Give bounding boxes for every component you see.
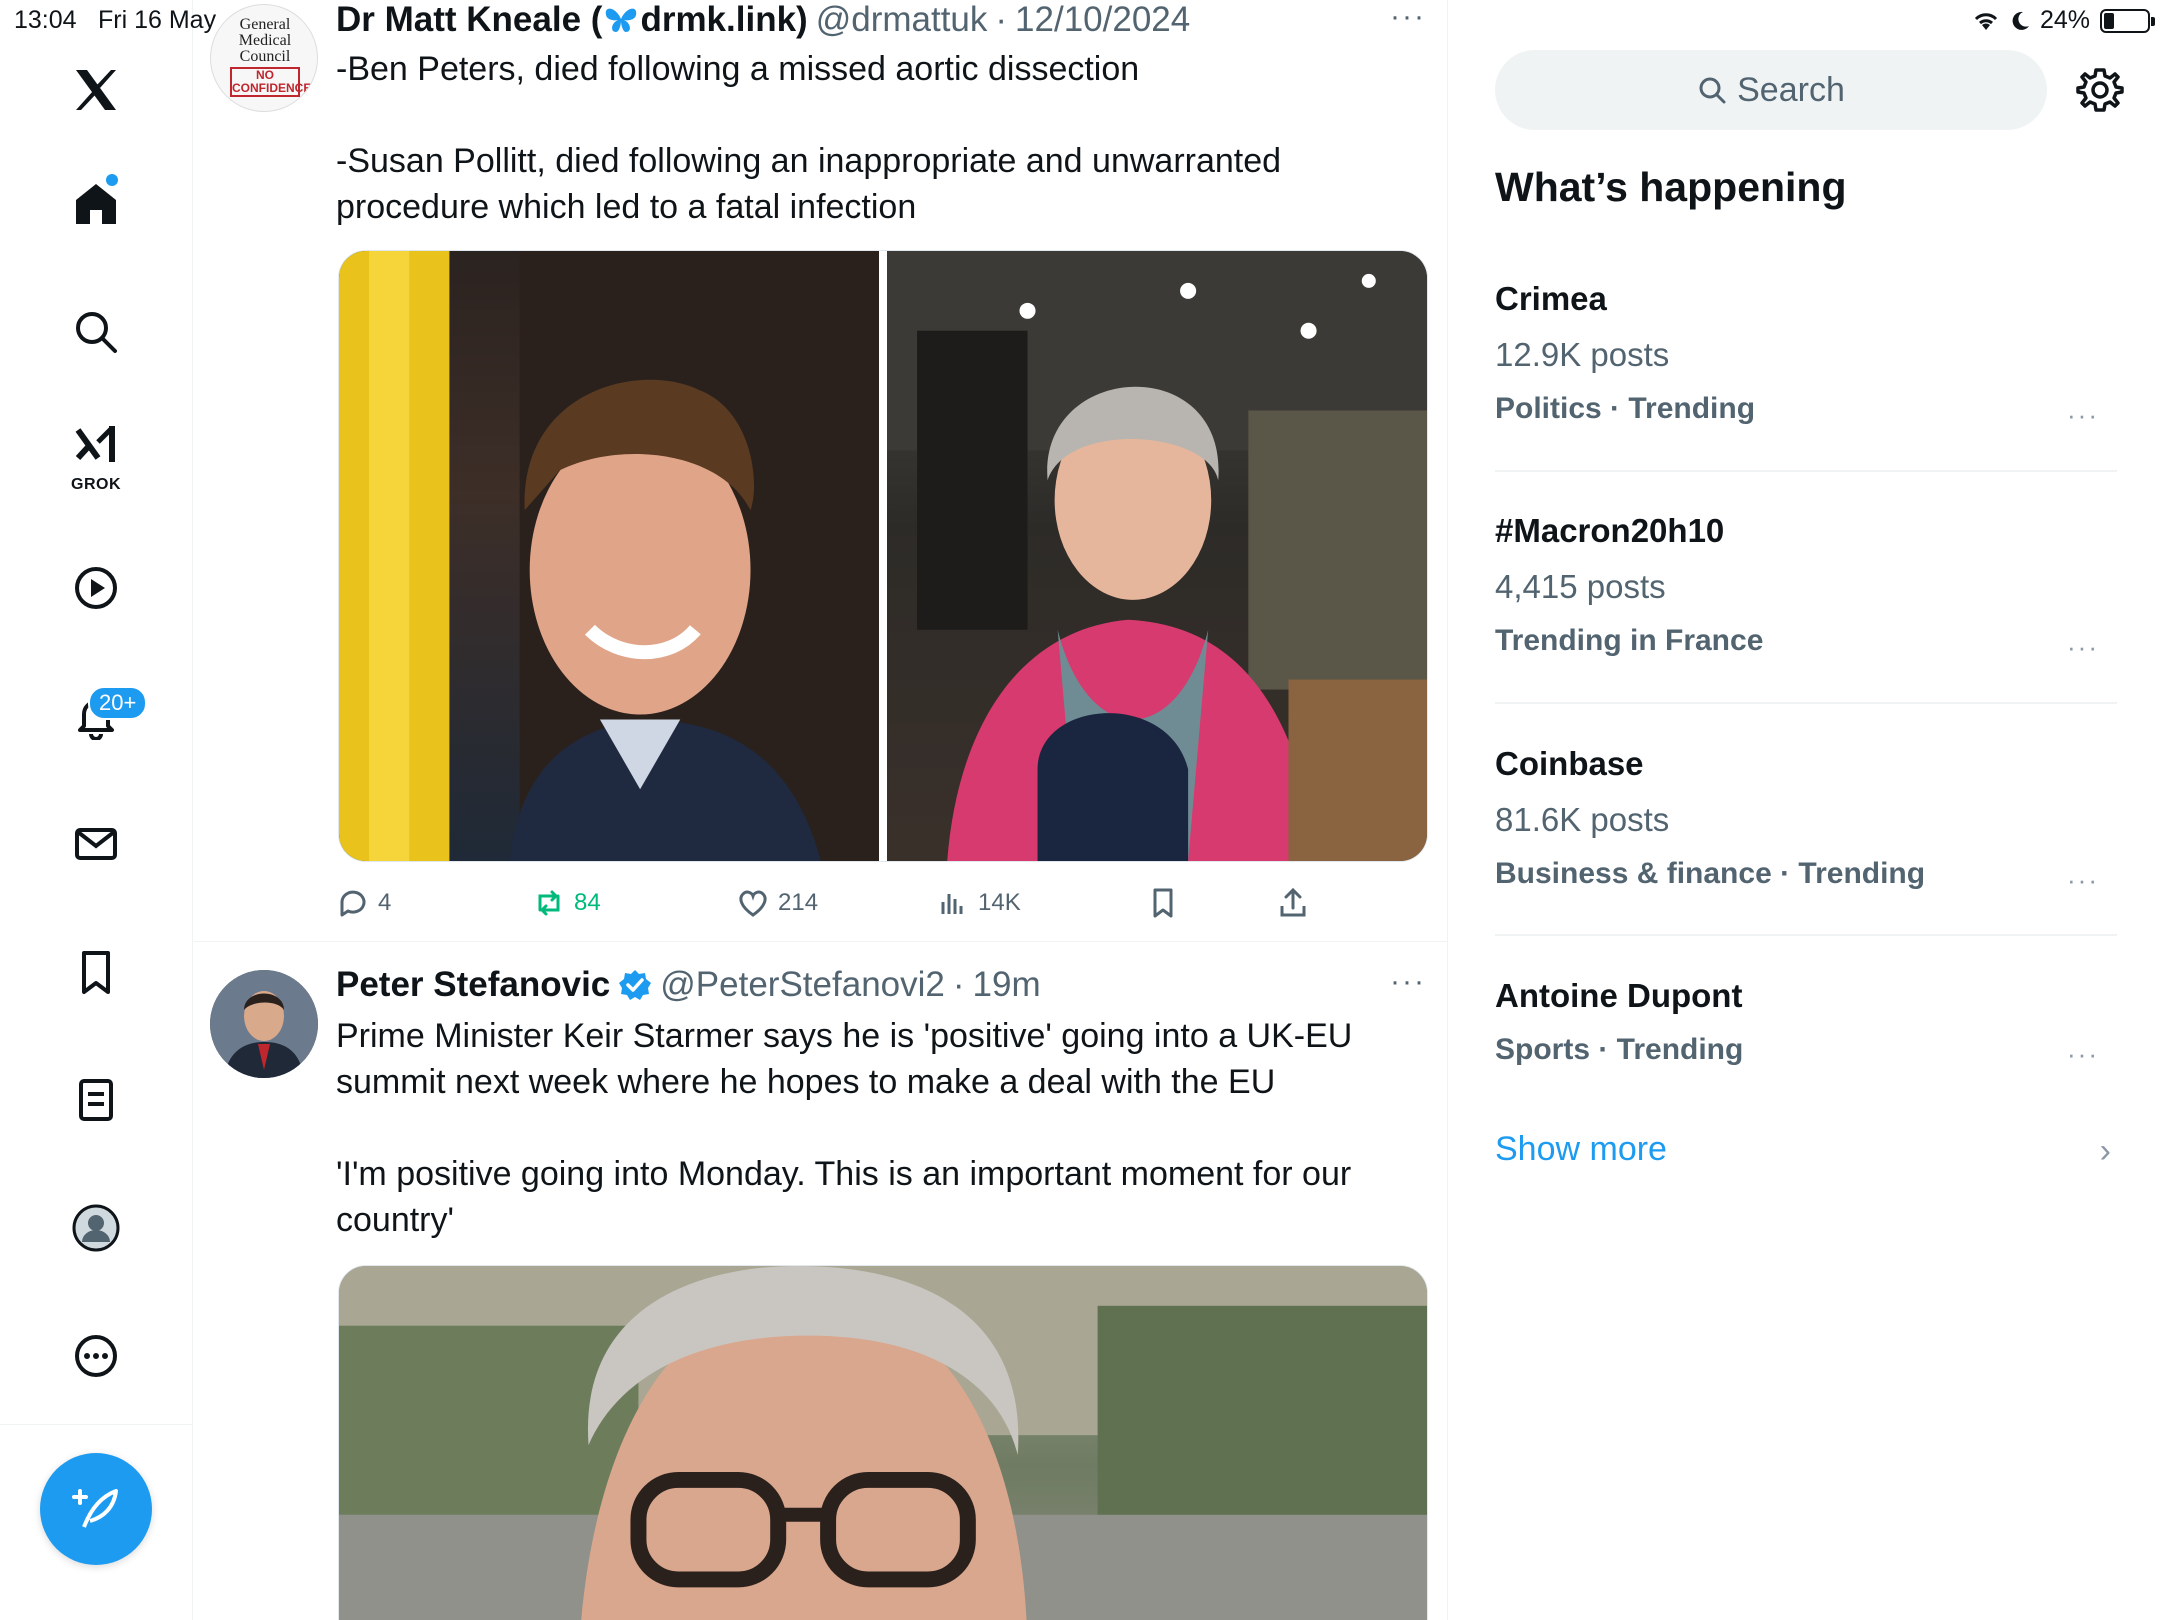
- video-icon[interactable]: [62, 554, 130, 622]
- trend-item[interactable]: Crimea 12.9K posts Politics · Trending ·…: [1495, 280, 2117, 430]
- tweet-header: Peter Stefanovic @PeterStefanovi2 · 19m: [336, 965, 1041, 1005]
- bookmark-icon: [1153, 888, 1173, 918]
- repost-button[interactable]: 84: [532, 886, 601, 920]
- tweet-time[interactable]: 19m: [973, 965, 1041, 1005]
- search-placeholder: Search: [1737, 70, 1845, 109]
- x-logo-icon[interactable]: [62, 56, 130, 124]
- tweet-actions: 4 84 214 14K: [336, 880, 1336, 924]
- photo-keir-starmer: [339, 1266, 1427, 1620]
- more-icon[interactable]: [62, 1322, 130, 1390]
- trend-posts: 4,415 posts: [1495, 568, 1666, 605]
- trend-context: Trending in France: [1495, 624, 1764, 657]
- trend-topic: Coinbase: [1495, 745, 1644, 782]
- share-icon: [1280, 887, 1306, 917]
- trend-item[interactable]: Antoine Dupont Sports · Trending ···: [1495, 977, 2117, 1070]
- trend-context: Business & finance · Trending: [1495, 857, 1926, 890]
- repost-icon: [538, 890, 560, 916]
- battery-level: [2104, 12, 2115, 29]
- section-title: What’s happening: [1495, 164, 1847, 210]
- trend-item[interactable]: Coinbase 81.6K posts Business & finance …: [1495, 745, 2117, 895]
- trend-divider: [1495, 934, 2117, 936]
- app-root: 13:04 Fri 16 May 24% GROK 20+ General Me…: [0, 0, 2160, 1620]
- search-icon: [1699, 77, 1726, 104]
- reply-count: 4: [378, 889, 392, 916]
- reply-icon: [340, 890, 366, 917]
- gear-icon[interactable]: [2076, 66, 2124, 114]
- trend-more-icon[interactable]: ···: [2067, 865, 2099, 896]
- avatar-text-line: Council: [239, 48, 291, 65]
- home-unread-dot: [106, 174, 118, 186]
- compose-feather-icon: [72, 1489, 118, 1528]
- show-more-link[interactable]: Show more ›: [1495, 1130, 2117, 1170]
- more-options-icon[interactable]: ···: [1390, 965, 1426, 999]
- heart-icon: [739, 890, 767, 917]
- trend-topic: Crimea: [1495, 280, 1607, 317]
- trend-divider: [1495, 470, 2117, 472]
- tweet-media[interactable]: [338, 250, 1428, 862]
- moon-icon: [2012, 11, 2029, 30]
- author-handle[interactable]: @PeterStefanovi2: [660, 965, 945, 1005]
- trend-more-icon[interactable]: ···: [2067, 632, 2099, 663]
- trend-more-icon[interactable]: ···: [2067, 1039, 2099, 1070]
- status-date: Fri 16 May: [98, 6, 217, 34]
- verified-badge-icon: [619, 970, 652, 1000]
- search-input[interactable]: Search: [1495, 50, 2047, 130]
- bookmarks-icon[interactable]: [62, 938, 130, 1006]
- lists-icon[interactable]: [62, 1066, 130, 1134]
- timeline: General Medical Council NO CONFIDENCE Dr…: [194, 0, 1448, 1620]
- notifications-badge: 20+: [88, 686, 148, 720]
- show-more-label: Show more: [1495, 1130, 1667, 1168]
- wifi-icon: [1974, 12, 1998, 30]
- reply-button[interactable]: 4: [336, 886, 391, 920]
- trend-more-icon[interactable]: ···: [2067, 400, 2099, 431]
- trend-posts: 81.6K posts: [1495, 801, 1670, 838]
- search-icon[interactable]: [62, 298, 130, 366]
- status-right: 24%: [1972, 6, 2155, 35]
- grok-icon[interactable]: GROK: [62, 420, 130, 493]
- home-icon[interactable]: [62, 170, 130, 238]
- compose-post-button[interactable]: [40, 1453, 152, 1565]
- right-sidebar: Search What’s happening Crimea 12.9K pos…: [1449, 0, 2160, 1620]
- status-bar: 13:04 Fri 16 May 24%: [0, 0, 2160, 40]
- status-time: 13:04: [14, 6, 77, 34]
- share-button[interactable]: [1276, 886, 1310, 920]
- messages-icon[interactable]: [62, 810, 130, 878]
- trend-divider: [1495, 702, 2117, 704]
- tweet[interactable]: Peter Stefanovic @PeterStefanovi2 · 19m …: [194, 943, 1447, 1620]
- profile-icon[interactable]: [62, 1194, 130, 1262]
- trend-posts: 12.9K posts: [1495, 336, 1670, 373]
- trend-context: Sports · Trending: [1495, 1033, 1744, 1066]
- battery-percent: 24%: [2039, 6, 2090, 34]
- like-button[interactable]: 214: [736, 886, 818, 920]
- views-icon: [941, 894, 963, 914]
- author-name[interactable]: Peter Stefanovic: [336, 965, 610, 1005]
- photo-older-woman[interactable]: [887, 251, 1427, 861]
- grok-label: GROK: [71, 476, 121, 493]
- tweet-text: -Ben Peters, died following a missed aor…: [336, 50, 1282, 226]
- like-count: 214: [778, 889, 819, 916]
- separator: ·: [952, 965, 965, 1004]
- tweet-media[interactable]: [338, 1265, 1428, 1620]
- battery-icon: [2100, 8, 2155, 33]
- trend-item[interactable]: #Macron20h10 4,415 posts Trending in Fra…: [1495, 512, 2117, 662]
- avatar-photo: [210, 970, 318, 1078]
- trend-topic: #Macron20h10: [1495, 512, 1725, 549]
- avatar-badge-text: NO CONFIDENCE: [230, 67, 312, 97]
- trend-context: Politics · Trending: [1495, 392, 1756, 425]
- views-button[interactable]: 14K: [936, 886, 1021, 920]
- photo-young-man[interactable]: [339, 251, 879, 861]
- avatar[interactable]: [210, 970, 318, 1078]
- trend-topic: Antoine Dupont: [1495, 977, 1743, 1014]
- chevron-right-icon: ›: [2099, 1132, 2111, 1170]
- tweet[interactable]: General Medical Council NO CONFIDENCE Dr…: [194, 0, 1447, 942]
- left-nav: GROK 20+: [0, 0, 193, 1620]
- tweet-text: Prime Minister Keir Starmer says he is '…: [336, 1017, 1353, 1239]
- bookmark-button[interactable]: [1146, 886, 1180, 920]
- view-count: 14K: [978, 889, 1021, 916]
- repost-count: 84: [574, 889, 601, 916]
- nav-divider: [0, 1424, 193, 1425]
